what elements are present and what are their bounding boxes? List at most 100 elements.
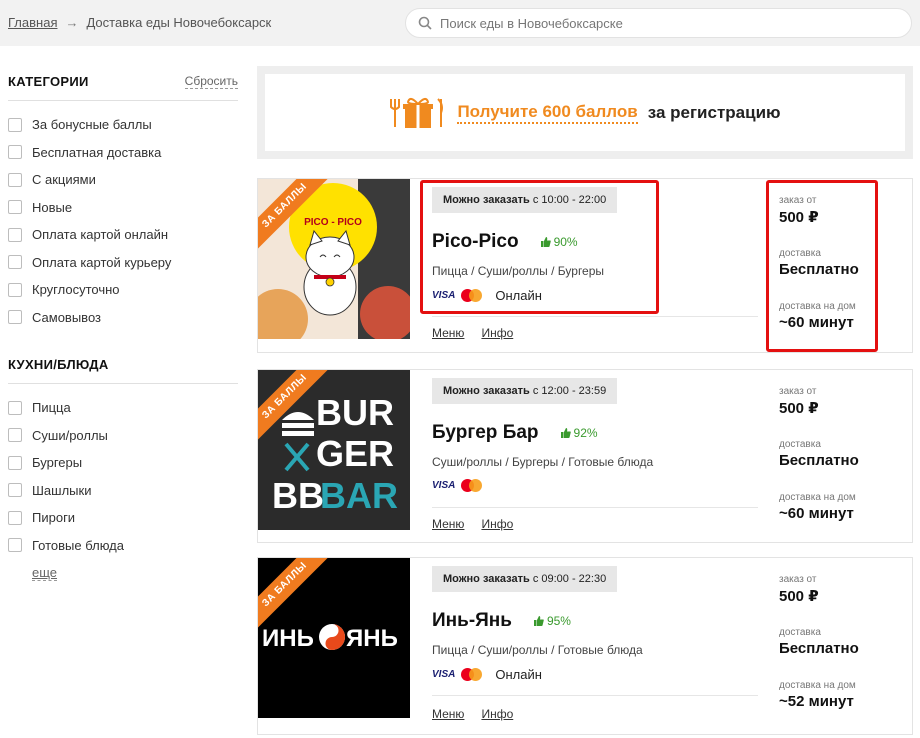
rating-value: 95% xyxy=(546,614,571,628)
checkbox[interactable] xyxy=(8,172,22,187)
delivery-time-label: доставка на дом xyxy=(779,680,856,691)
checkbox[interactable] xyxy=(8,117,22,132)
min-order-label: заказ от xyxy=(779,574,817,585)
checkbox-label: Пицца xyxy=(32,400,71,416)
checkbox-label: С акциями xyxy=(32,172,96,188)
restaurant-info: Можно заказать с 09:00 - 22:30 Инь-Янь 9… xyxy=(432,566,758,682)
checkbox[interactable] xyxy=(8,145,22,160)
payment-methods: VISA xyxy=(432,479,758,492)
checkbox[interactable] xyxy=(8,255,22,270)
checkbox[interactable] xyxy=(8,282,22,297)
payment-methods: VISA Онлайн xyxy=(432,667,758,682)
thumbs-up-icon xyxy=(540,237,551,247)
cuisines-title: КУХНИ/БЛЮДА xyxy=(8,356,109,372)
card-links: Меню Инфо xyxy=(432,517,513,531)
rating: 92% xyxy=(560,426,598,440)
restaurant-info: Можно заказать с 10:00 - 22:00 Pico-Pico… xyxy=(432,187,758,303)
logo-text: BB xyxy=(272,475,324,516)
cuisine-filter[interactable]: Бургеры xyxy=(8,449,245,477)
checkbox[interactable] xyxy=(8,455,22,470)
restaurant-logo[interactable]: BUR GER BB BAR ЗА БАЛЛЫ xyxy=(258,370,410,530)
delivery-label: доставка xyxy=(779,627,821,638)
checkbox[interactable] xyxy=(8,200,22,215)
info-link[interactable]: Инфо xyxy=(481,326,513,340)
cuisine-filter[interactable]: Шашлыки xyxy=(8,477,245,505)
category-filter[interactable]: Новые xyxy=(8,194,245,222)
promo-text: за регистрацию xyxy=(647,102,781,122)
promo-link[interactable]: Получите 600 баллов xyxy=(457,102,638,124)
cuisine-filter[interactable]: Пироги xyxy=(8,504,245,532)
cuisine-filter[interactable]: Суши/роллы xyxy=(8,422,245,450)
card-links: Меню Инфо xyxy=(432,707,513,721)
visa-icon: VISA xyxy=(432,669,456,680)
category-filter[interactable]: Круглосуточно xyxy=(8,276,245,304)
restaurant-name[interactable]: Инь-Янь xyxy=(432,610,512,632)
divider xyxy=(8,383,238,384)
show-more-link[interactable]: еще xyxy=(32,565,58,581)
order-details: заказ от 500 ₽ доставка Бесплатно доставка… xyxy=(779,195,889,354)
divider xyxy=(432,695,758,696)
min-order-value: 500 ₽ xyxy=(779,400,819,417)
category-filter[interactable]: Оплата картой онлайн xyxy=(8,221,245,249)
restaurant-card[interactable]: ИНЬ ЯНЬ ЗА БАЛЛЫ Можно заказать с 09:00 … xyxy=(257,557,913,735)
delivery-time-label: доставка на дом xyxy=(779,301,856,312)
gift-cutlery-icon xyxy=(390,97,444,128)
logo-text: BAR xyxy=(320,475,398,516)
category-filter[interactable]: За бонусные баллы xyxy=(8,111,245,139)
delivery-time: ~52 минут xyxy=(779,693,854,710)
menu-link[interactable]: Меню xyxy=(432,707,464,721)
checkbox[interactable] xyxy=(8,310,22,325)
checkbox[interactable] xyxy=(8,510,22,525)
checkbox-label: Бесплатная доставка xyxy=(32,144,162,160)
checkbox[interactable] xyxy=(8,227,22,242)
cuisine-filter[interactable]: Готовые блюда xyxy=(8,532,245,560)
search-input[interactable] xyxy=(440,15,880,31)
cuisine-filter[interactable]: Пицца xyxy=(8,394,245,422)
checkbox[interactable] xyxy=(8,400,22,415)
breadcrumb-home-link[interactable]: Главная xyxy=(8,15,57,30)
checkbox[interactable] xyxy=(8,428,22,443)
restaurant-name[interactable]: Pico-Pico xyxy=(432,231,519,253)
menu-link[interactable]: Меню xyxy=(432,326,464,340)
info-link[interactable]: Инфо xyxy=(481,517,513,531)
menu-link[interactable]: Меню xyxy=(432,517,464,531)
cuisine-tags: Пицца / Суши/роллы / Готовые блюда xyxy=(432,643,643,657)
order-details: заказ от 500 ₽ доставка Бесплатно доставка… xyxy=(779,386,889,545)
filters-sidebar: КАТЕГОРИИ Сбросить За бонусные баллы Бес… xyxy=(0,62,245,581)
checkbox-label: За бонусные баллы xyxy=(32,117,152,133)
thumbs-up-icon xyxy=(560,428,571,438)
logo-text: ЯНЬ xyxy=(346,625,398,652)
restaurant-logo[interactable]: PICO - PICO ЗА БАЛЛЫ xyxy=(258,179,410,339)
breadcrumb-arrow-icon: → xyxy=(65,15,79,30)
info-link[interactable]: Инфо xyxy=(481,707,513,721)
restaurant-card[interactable]: PICO - PICO ЗА БАЛЛЫ Можно заказать с 10… xyxy=(257,178,913,353)
category-filter[interactable]: С акциями xyxy=(8,166,245,194)
cuisine-tags: Пицца / Суши/роллы / Бургеры xyxy=(432,264,605,278)
restaurant-card[interactable]: BUR GER BB BAR ЗА БАЛЛЫ Можно заказать с… xyxy=(257,369,913,543)
promo-banner: Получите 600 баллов за регистрацию xyxy=(257,66,913,159)
rating: 90% xyxy=(540,235,578,249)
search-box[interactable] xyxy=(405,8,912,38)
reset-filters-link[interactable]: Сбросить xyxy=(184,74,238,89)
restaurant-name[interactable]: Бургер Бар xyxy=(432,422,539,444)
category-filter[interactable]: Бесплатная доставка xyxy=(8,139,245,167)
rating-value: 90% xyxy=(553,235,578,249)
order-hours: Можно заказать с 12:00 - 23:59 xyxy=(432,378,618,404)
mastercard-icon xyxy=(461,479,483,492)
restaurant-logo[interactable]: ИНЬ ЯНЬ ЗА БАЛЛЫ xyxy=(258,558,410,718)
checkbox-label: Суши/роллы xyxy=(32,427,108,443)
checkbox[interactable] xyxy=(8,483,22,498)
online-payment-label: Онлайн xyxy=(495,288,542,303)
checkbox[interactable] xyxy=(8,538,22,553)
min-order-label: заказ от xyxy=(779,195,817,206)
checkbox-label: Пироги xyxy=(32,510,76,526)
breadcrumb-current: Доставка еды Новочебоксарск xyxy=(86,15,272,30)
payment-methods: VISA Онлайн xyxy=(432,288,758,303)
category-filter[interactable]: Оплата картой курьеру xyxy=(8,249,245,277)
checkbox-label: Бургеры xyxy=(32,455,83,471)
checkbox-label: Шашлыки xyxy=(32,482,92,498)
category-filter[interactable]: Самовывоз xyxy=(8,304,245,332)
delivery-cost: Бесплатно xyxy=(779,452,859,469)
checkbox-label: Оплата картой онлайн xyxy=(32,227,169,243)
rating: 95% xyxy=(533,614,571,628)
